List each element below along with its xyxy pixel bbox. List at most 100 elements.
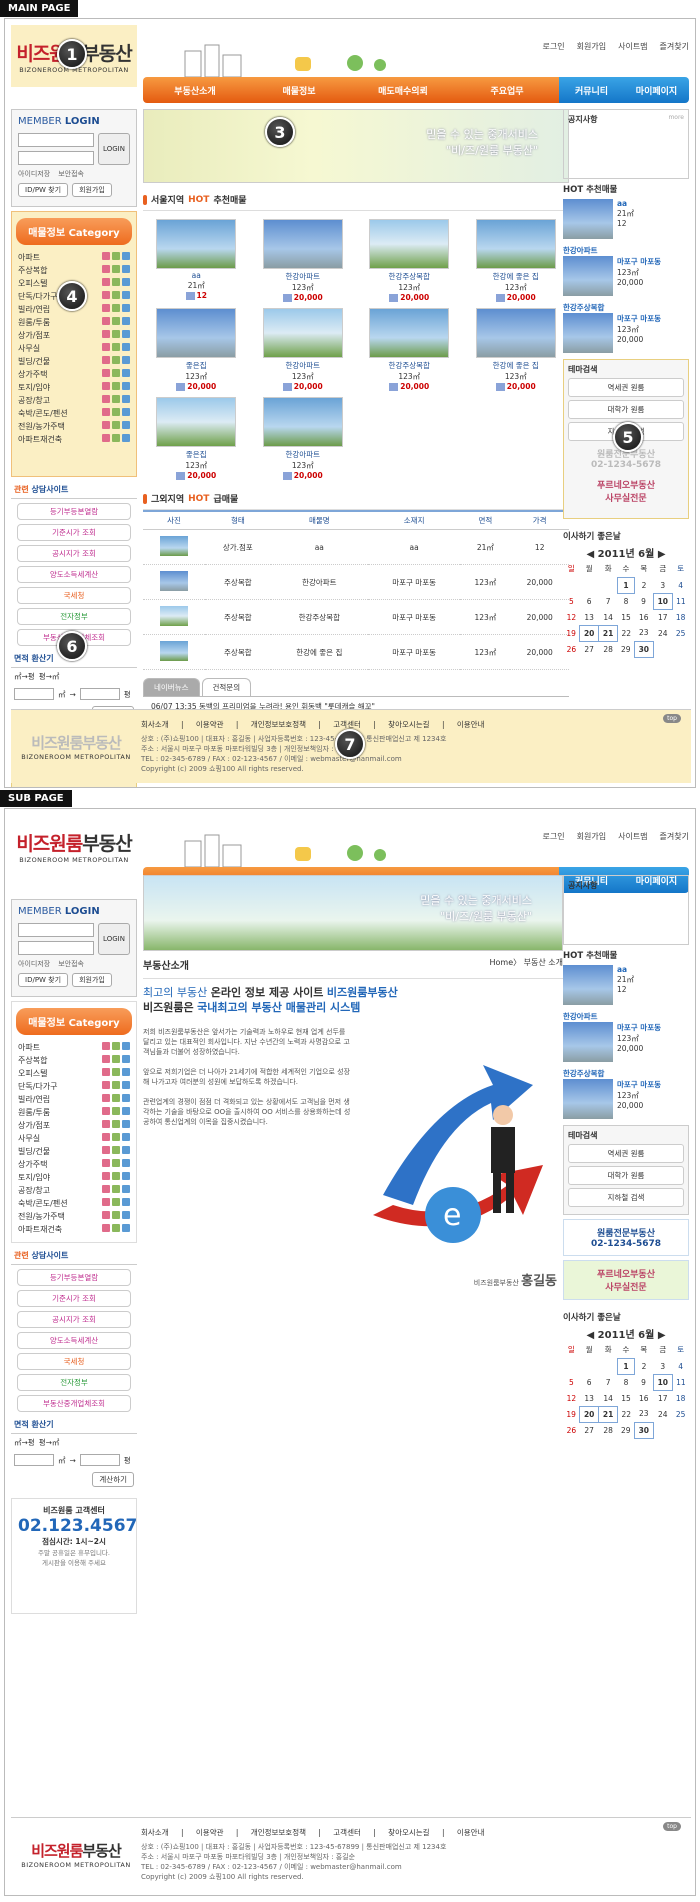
- calendar-day[interactable]: 8: [618, 594, 635, 610]
- sub-banner[interactable]: 믿을 수 있는 중개서비스 "비/즈/원룸 부동산": [143, 875, 563, 951]
- related-site-link[interactable]: 전자정부: [17, 608, 131, 625]
- calendar-day[interactable]: 1: [617, 1358, 635, 1375]
- sub-login-link[interactable]: 로그인: [543, 831, 565, 842]
- side-listing-photo[interactable]: [563, 965, 613, 1005]
- category-type-icon[interactable]: [102, 1146, 110, 1154]
- category-type-icon[interactable]: [112, 1055, 120, 1063]
- related-site-link[interactable]: 공시지가 조회: [17, 545, 131, 562]
- category-type-icon[interactable]: [112, 1211, 120, 1219]
- side-listing[interactable]: 마포구 마포동 123㎡ 20,000: [563, 1022, 689, 1062]
- listing-photo[interactable]: [475, 308, 556, 358]
- category-type-icon[interactable]: [112, 330, 120, 338]
- calendar-day[interactable]: 5: [563, 1375, 580, 1391]
- calendar-day[interactable]: 17: [653, 1391, 672, 1407]
- calendar-day[interactable]: 23: [634, 1406, 653, 1422]
- calendar-day[interactable]: 10: [652, 1374, 673, 1391]
- category-type-icon[interactable]: [122, 434, 130, 442]
- related-site-link[interactable]: 등기부등본열람: [17, 1269, 131, 1286]
- calendar-day[interactable]: 25: [672, 1406, 689, 1422]
- table-row[interactable]: 상가.점포 aa aa 21㎡ 12: [143, 529, 569, 565]
- calendar-day[interactable]: 6: [580, 594, 599, 610]
- calendar-day[interactable]: 30: [633, 640, 654, 658]
- category-item[interactable]: 전원/농가주택: [16, 1210, 132, 1223]
- category-type-icon[interactable]: [112, 369, 120, 377]
- calendar-day[interactable]: 12: [563, 610, 580, 626]
- category-type-icon[interactable]: [112, 265, 120, 273]
- category-type-icon[interactable]: [102, 1211, 110, 1219]
- side-listing-name[interactable]: 한강아파트: [563, 1011, 689, 1022]
- calendar-day[interactable]: 8: [618, 1375, 635, 1391]
- category-type-icon[interactable]: [122, 1081, 130, 1089]
- category-type-icon[interactable]: [122, 291, 130, 299]
- category-item[interactable]: 빌딩/건물: [16, 355, 132, 368]
- category-item[interactable]: 단독/다가구: [16, 1080, 132, 1093]
- calendar-day[interactable]: 1: [617, 577, 635, 594]
- listing-photo[interactable]: [369, 308, 450, 358]
- calendar-day[interactable]: 24: [653, 1406, 672, 1422]
- calendar-day[interactable]: 28: [599, 641, 618, 657]
- category-item[interactable]: 사무실: [16, 342, 132, 355]
- listing-card[interactable]: 한강에 좋은 집 123㎡ 20,000: [463, 219, 570, 302]
- category-item[interactable]: 토지/임야: [16, 381, 132, 394]
- category-item[interactable]: 원룸/투룸: [16, 316, 132, 329]
- category-type-icon[interactable]: [112, 421, 120, 429]
- calendar-day[interactable]: 9: [634, 594, 653, 610]
- category-type-icon[interactable]: [122, 1107, 130, 1115]
- category-type-icon[interactable]: [122, 1185, 130, 1193]
- sub-id-input[interactable]: [18, 923, 94, 937]
- gnb-listings[interactable]: 매물정보: [247, 77, 351, 103]
- row-thumbnail[interactable]: [159, 536, 188, 556]
- favorites-link[interactable]: 즐겨찾기: [660, 41, 689, 52]
- category-type-icon[interactable]: [122, 252, 130, 260]
- listing-card[interactable]: aa 21㎡ 12: [143, 219, 250, 302]
- category-type-icon[interactable]: [122, 1198, 130, 1206]
- calendar-day[interactable]: 23: [634, 625, 653, 641]
- category-type-icon[interactable]: [122, 1042, 130, 1050]
- category-type-icon[interactable]: [102, 1055, 110, 1063]
- calendar-day[interactable]: 18: [672, 1391, 689, 1407]
- calendar-day[interactable]: 7: [599, 594, 618, 610]
- category-item[interactable]: 주상복합: [16, 1054, 132, 1067]
- sub-favorites-link[interactable]: 즐겨찾기: [660, 831, 689, 842]
- category-type-icon[interactable]: [112, 382, 120, 390]
- listing-photo[interactable]: [369, 219, 450, 269]
- listing-card[interactable]: 한강아파트 123㎡ 20,000: [250, 308, 357, 391]
- category-item[interactable]: 아파트재건축: [16, 1223, 132, 1236]
- category-item[interactable]: 원룸/투룸: [16, 1106, 132, 1119]
- category-type-icon[interactable]: [102, 1224, 110, 1232]
- calendar-day[interactable]: 15: [618, 610, 635, 626]
- category-type-icon[interactable]: [112, 1185, 120, 1193]
- category-type-icon[interactable]: [122, 369, 130, 377]
- category-type-icon[interactable]: [112, 278, 120, 286]
- notice-more[interactable]: more: [668, 114, 684, 121]
- category-type-icon[interactable]: [112, 1224, 120, 1232]
- category-type-icon[interactable]: [122, 304, 130, 312]
- side-listing[interactable]: aa 21㎡ 12: [563, 199, 689, 239]
- listing-name[interactable]: 한강아파트: [250, 271, 357, 282]
- category-item[interactable]: 숙박/콘도/펜션: [16, 407, 132, 420]
- sub-password-input[interactable]: [18, 941, 94, 955]
- side-listing-photo[interactable]: [563, 313, 613, 353]
- category-type-icon[interactable]: [102, 265, 110, 273]
- category-item[interactable]: 아파트: [16, 251, 132, 264]
- sub-prev-month-icon[interactable]: ◀: [586, 1330, 594, 1341]
- calendar-day[interactable]: 27: [580, 1422, 599, 1438]
- next-month-icon[interactable]: ▶: [658, 549, 666, 560]
- calendar-day[interactable]: 19: [563, 625, 580, 641]
- listing-card[interactable]: 한강주상복합 123㎡ 20,000: [356, 219, 463, 302]
- calendar-day[interactable]: 21: [598, 624, 619, 642]
- ad-office[interactable]: 푸르네오부동산 사무실전문: [563, 1260, 689, 1300]
- listing-photo[interactable]: [262, 397, 343, 447]
- side-listing-name[interactable]: aa: [617, 965, 634, 974]
- prev-month-icon[interactable]: ◀: [586, 549, 594, 560]
- password-input[interactable]: [18, 151, 94, 165]
- category-type-icon[interactable]: [112, 291, 120, 299]
- sub-top-button[interactable]: top: [663, 1822, 681, 1831]
- sub-login-button[interactable]: LOGIN: [98, 923, 130, 955]
- id-input[interactable]: [18, 133, 94, 147]
- sub-area-input[interactable]: [14, 1454, 54, 1466]
- calendar-day[interactable]: 6: [580, 1375, 599, 1391]
- sitemap-link[interactable]: 사이트맵: [618, 41, 647, 52]
- category-item[interactable]: 상가/점포: [16, 1119, 132, 1132]
- calendar-day[interactable]: 26: [563, 641, 580, 657]
